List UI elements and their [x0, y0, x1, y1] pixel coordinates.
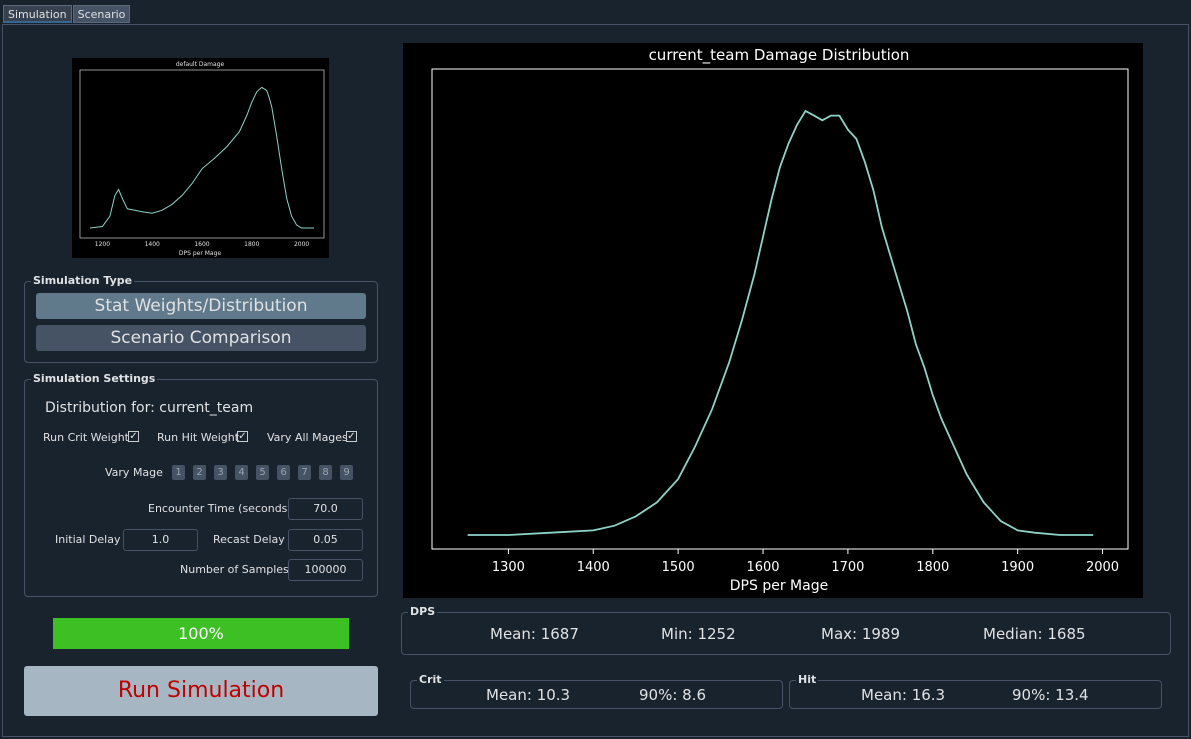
- thumbnail-xtick-label: 2000: [294, 241, 309, 248]
- thumbnail-series-line: [89, 86, 314, 229]
- thumbnail-plot: default Damage 1200 1400 1600 1800 2000 DPS …: [72, 58, 329, 258]
- chart-xtick-label: 2000: [1086, 560, 1119, 575]
- vary-mage-5-button[interactable]: 5: [256, 465, 269, 480]
- chart-axes: [431, 68, 1129, 550]
- chart-xtick-label: 1400: [577, 560, 610, 575]
- thumbnail-xtick-label: 1800: [244, 241, 259, 248]
- tab-scenario[interactable]: Scenario: [72, 5, 131, 23]
- chart-xtick-label: 1800: [916, 560, 949, 575]
- chart-xtick-label: 1700: [831, 560, 864, 575]
- run-hit-weight-checkbox[interactable]: ✓: [237, 431, 248, 442]
- vary-mage-3-button[interactable]: 3: [214, 465, 227, 480]
- scenario-comparison-button[interactable]: Scenario Comparison: [36, 325, 366, 351]
- samples-label: Number of Samples:: [180, 563, 293, 576]
- encounter-time-field[interactable]: 70.0: [288, 498, 363, 520]
- simulation-type-title: Simulation Type: [31, 274, 135, 288]
- recast-delay-field[interactable]: 0.05: [288, 529, 363, 551]
- dps-title: DPS: [408, 605, 438, 619]
- chart-series-line: [467, 109, 1094, 536]
- hit-title: Hit: [796, 673, 819, 687]
- chart-xtick-label: 1300: [492, 560, 525, 575]
- run-simulation-button[interactable]: Run Simulation: [24, 666, 378, 716]
- thumbnail-xtick-label: 1400: [145, 241, 160, 248]
- crit-mean: Mean: 10.3: [486, 686, 571, 704]
- thumbnail-plot-svg: default Damage 1200 1400 1600 1800 2000 DPS …: [79, 61, 325, 257]
- initial-delay-field[interactable]: 1.0: [123, 529, 198, 551]
- crit-group: Crit: [410, 673, 783, 709]
- thumbnail-xtick-label: 1600: [194, 241, 209, 248]
- vary-mage-label: Vary Mage: [105, 466, 163, 479]
- chart-title: current_team Damage Distribution: [649, 46, 910, 65]
- encounter-time-label: Encounter Time (seconds):: [148, 502, 296, 515]
- vary-mage-7-button[interactable]: 7: [298, 465, 311, 480]
- run-crit-weight-checkbox[interactable]: ✓: [128, 431, 139, 442]
- hit-group: Hit: [789, 673, 1162, 709]
- hit-mean: Mean: 16.3: [861, 686, 946, 704]
- hit-p90: 90%: 13.4: [1012, 686, 1089, 704]
- vary-mage-1-button[interactable]: 1: [172, 465, 185, 480]
- chart-xtick-label: 1900: [1001, 560, 1034, 575]
- thumbnail-xtick-label: 1200: [95, 241, 110, 248]
- vary-all-mages-label: Vary All Mages: [267, 431, 348, 444]
- distribution-for-label: Distribution for: current_team: [45, 400, 254, 416]
- thumbnail-title: default Damage: [176, 61, 225, 68]
- chart-xtick-label: 1500: [662, 560, 695, 575]
- crit-p90: 90%: 8.6: [639, 686, 707, 704]
- distribution-chart-svg: current_team Damage Distribution 1300 140…: [431, 46, 1129, 594]
- tab-bar: Simulation Scenario: [3, 5, 131, 25]
- vary-mage-8-button[interactable]: 8: [319, 465, 332, 480]
- dps-mean: Mean: 1687: [490, 625, 579, 643]
- tab-simulation[interactable]: Simulation: [3, 5, 72, 23]
- vary-mage-4-button[interactable]: 4: [235, 465, 248, 480]
- recast-delay-label: Recast Delay: [213, 533, 285, 546]
- simulation-settings-title: Simulation Settings: [31, 372, 158, 386]
- chart-xlabel: DPS per Mage: [730, 578, 828, 594]
- distribution-chart: current_team Damage Distribution 1300 140…: [403, 43, 1143, 598]
- samples-field[interactable]: 100000: [288, 559, 363, 581]
- chart-xtick-label: 1600: [746, 560, 779, 575]
- progress-label: 100%: [178, 624, 224, 643]
- thumbnail-xlabel: DPS per Mage: [179, 250, 221, 257]
- dps-median: Median: 1685: [983, 625, 1086, 643]
- vary-mage-2-button[interactable]: 2: [193, 465, 206, 480]
- dps-max: Max: 1989: [821, 625, 901, 643]
- initial-delay-label: Initial Delay: [55, 533, 121, 546]
- progress-bar: 100%: [53, 618, 349, 649]
- crit-title: Crit: [417, 673, 444, 687]
- run-hit-weight-label: Run Hit Weight: [157, 431, 240, 444]
- stat-weights-button[interactable]: Stat Weights/Distribution: [36, 293, 366, 319]
- vary-all-mages-checkbox[interactable]: ✓: [346, 431, 357, 442]
- run-crit-weight-label: Run Crit Weight: [43, 431, 129, 444]
- vary-mage-9-button[interactable]: 9: [340, 465, 353, 480]
- thumbnail-axes: [79, 69, 325, 239]
- vary-mage-6-button[interactable]: 6: [277, 465, 290, 480]
- dps-min: Min: 1252: [661, 625, 736, 643]
